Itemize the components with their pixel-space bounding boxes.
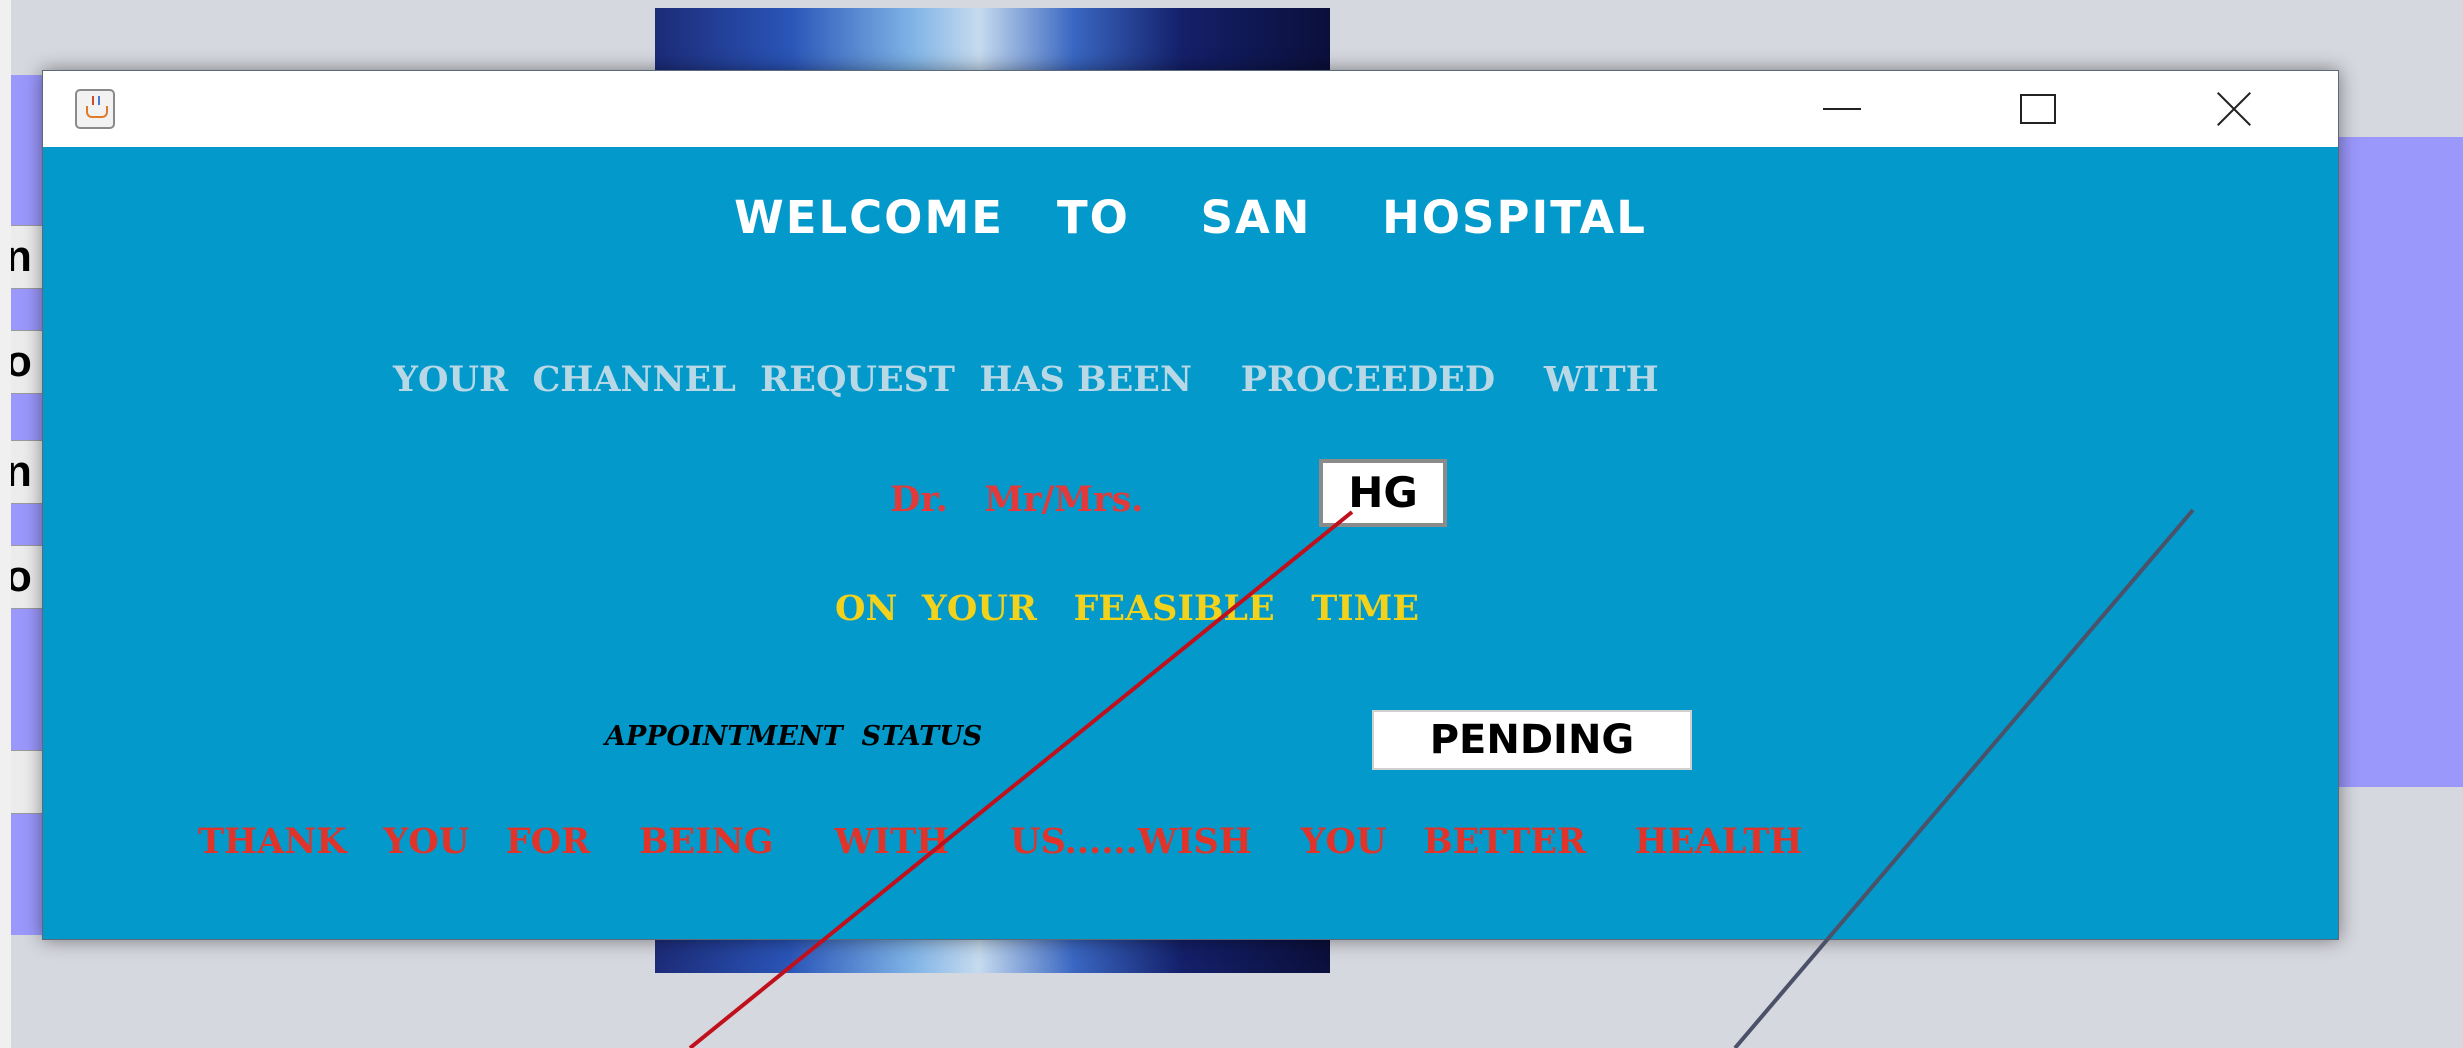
request-message: YOUR CHANNEL REQUEST HAS BEEN PROCEEDED …: [393, 359, 1659, 400]
minimize-icon[interactable]: [1798, 71, 1888, 147]
doctor-name-field[interactable]: HG: [1319, 459, 1447, 527]
close-icon[interactable]: [2190, 71, 2280, 147]
doctor-label: Dr. Mr/Mrs.: [890, 479, 1144, 520]
thank-you-message: THANK YOU FOR BEING WITH US......WISH YO…: [198, 821, 1803, 862]
appointment-status-label: APPOINTMENT STATUS: [605, 721, 983, 752]
welcome-heading: WELCOME TO SAN HOSPITAL: [734, 191, 1647, 244]
java-app-icon[interactable]: [75, 89, 115, 129]
background-window-edge: [0, 0, 11, 1048]
background-purple-panel-right: [2330, 137, 2463, 787]
maximize-icon[interactable]: [1993, 71, 2083, 147]
title-bar: [43, 71, 2338, 147]
appointment-dialog: WELCOME TO SAN HOSPITAL YOUR CHANNEL REQ…: [42, 70, 2339, 940]
feasible-time-message: ON YOUR FEASIBLE TIME: [835, 588, 1420, 629]
appointment-status-field[interactable]: PENDING: [1372, 710, 1692, 770]
